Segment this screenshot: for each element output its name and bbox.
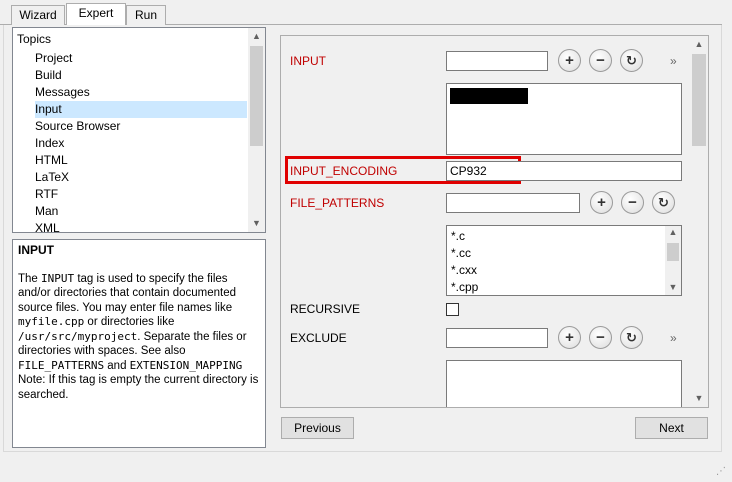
help-note: Note: If this tag is empty the current d… bbox=[18, 374, 259, 401]
input-list-item-redacted[interactable] bbox=[450, 88, 528, 104]
exclude-browse-icon[interactable]: » bbox=[670, 331, 677, 345]
help-panel: INPUT The INPUT tag is used to specify t… bbox=[12, 239, 266, 448]
file-patterns-remove-button[interactable]: − bbox=[621, 191, 644, 214]
scroll-down-icon[interactable]: ▼ bbox=[690, 390, 708, 407]
scroll-thumb[interactable] bbox=[250, 46, 263, 146]
next-button[interactable]: Next bbox=[635, 417, 708, 439]
resize-grip-icon[interactable]: ⋰ bbox=[716, 466, 728, 478]
list-item[interactable]: *.cxx bbox=[451, 263, 477, 277]
file-patterns-refresh-icon[interactable]: ↻ bbox=[652, 191, 675, 214]
topics-title: Topics bbox=[17, 32, 52, 46]
exclude-refresh-icon[interactable]: ↻ bbox=[620, 326, 643, 349]
input-remove-button[interactable]: − bbox=[589, 49, 612, 72]
tab-wizard[interactable]: Wizard bbox=[11, 5, 65, 25]
topic-html[interactable]: HTML bbox=[35, 152, 247, 169]
topics-scrollbar[interactable]: ▲ ▼ bbox=[248, 28, 265, 232]
topic-input[interactable]: Input bbox=[35, 101, 247, 118]
topic-latex[interactable]: LaTeX bbox=[35, 169, 247, 186]
file-patterns-label: FILE_PATTERNS bbox=[290, 196, 385, 210]
scroll-thumb[interactable] bbox=[667, 243, 679, 261]
file-patterns-list[interactable]: *.c *.cc *.cxx *.cpp ▲ ▼ bbox=[446, 225, 682, 296]
scroll-down-icon[interactable]: ▼ bbox=[665, 279, 681, 296]
scroll-up-icon[interactable]: ▲ bbox=[690, 36, 708, 53]
previous-button[interactable]: Previous bbox=[281, 417, 354, 439]
input-encoding-field[interactable]: CP932 bbox=[446, 161, 682, 181]
exclude-list[interactable] bbox=[446, 360, 682, 407]
scroll-down-icon[interactable]: ▼ bbox=[248, 215, 265, 232]
topic-man[interactable]: Man bbox=[35, 203, 247, 220]
topics-tree[interactable]: Topics Project Build Messages Input Sour… bbox=[12, 27, 266, 233]
input-add-button[interactable]: + bbox=[558, 49, 581, 72]
recursive-label: RECURSIVE bbox=[290, 302, 361, 316]
topic-rtf[interactable]: RTF bbox=[35, 186, 247, 203]
topic-index[interactable]: Index bbox=[35, 135, 247, 152]
tab-run[interactable]: Run bbox=[126, 5, 166, 25]
scroll-up-icon[interactable]: ▲ bbox=[665, 224, 681, 241]
list-item[interactable]: *.cpp bbox=[451, 280, 478, 294]
input-refresh-icon[interactable]: ↻ bbox=[620, 49, 643, 72]
topic-messages[interactable]: Messages bbox=[35, 84, 247, 101]
input-label: INPUT bbox=[290, 54, 326, 68]
input-browse-icon[interactable]: » bbox=[670, 54, 677, 68]
exclude-label: EXCLUDE bbox=[290, 331, 347, 345]
topic-xml[interactable]: XML bbox=[35, 220, 247, 232]
tab-expert[interactable]: Expert bbox=[66, 3, 126, 25]
input-field[interactable] bbox=[446, 51, 548, 71]
exclude-remove-button[interactable]: − bbox=[589, 326, 612, 349]
list-item[interactable]: *.cc bbox=[451, 246, 471, 260]
exclude-field[interactable] bbox=[446, 328, 548, 348]
file-patterns-field[interactable] bbox=[446, 193, 580, 213]
help-title: INPUT bbox=[18, 243, 54, 257]
topic-source-browser[interactable]: Source Browser bbox=[35, 118, 247, 135]
help-text: The INPUT tag is used to specify the fil… bbox=[18, 271, 247, 372]
scroll-thumb[interactable] bbox=[692, 54, 706, 146]
recursive-checkbox[interactable] bbox=[446, 303, 459, 316]
input-list[interactable] bbox=[446, 83, 682, 155]
input-encoding-label: INPUT_ENCODING bbox=[290, 164, 398, 178]
scroll-up-icon[interactable]: ▲ bbox=[248, 28, 265, 45]
file-patterns-add-button[interactable]: + bbox=[590, 191, 613, 214]
topic-build[interactable]: Build bbox=[35, 67, 247, 84]
exclude-add-button[interactable]: + bbox=[558, 326, 581, 349]
file-patterns-scrollbar[interactable]: ▲ ▼ bbox=[665, 226, 681, 295]
list-item[interactable]: *.c bbox=[451, 229, 465, 243]
topic-project[interactable]: Project bbox=[35, 50, 247, 67]
settings-scrollbar[interactable]: ▲ ▼ bbox=[690, 36, 708, 407]
